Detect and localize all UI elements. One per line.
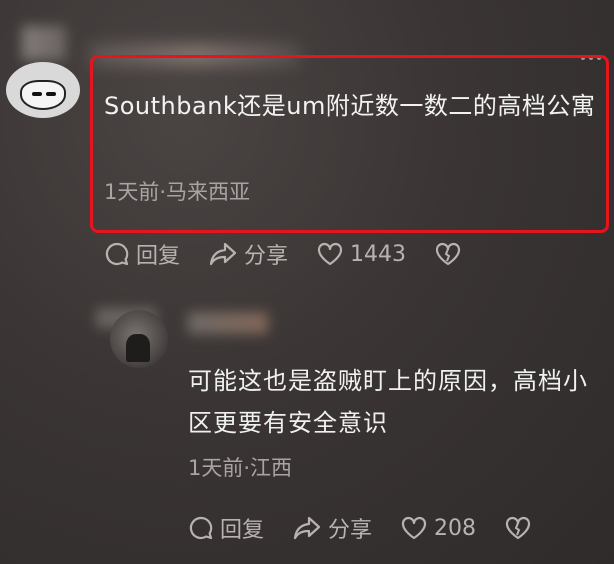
heart-icon bbox=[401, 516, 427, 540]
avatar-face bbox=[20, 80, 66, 110]
reply-button[interactable]: 回复 bbox=[188, 512, 264, 544]
reply-text: 可能这也是盗贼盯上的原因，高档小区更要有安全意识 bbox=[188, 367, 588, 437]
avatar-figure bbox=[126, 334, 150, 362]
comment-text: Southbank还是um附近数一数二的高档公寓 bbox=[104, 92, 596, 120]
comment-icon bbox=[105, 242, 129, 266]
share-icon bbox=[209, 242, 237, 266]
avatar[interactable] bbox=[6, 62, 80, 118]
reply-meta: 1天前·江西 bbox=[188, 456, 293, 480]
share-label: 分享 bbox=[328, 518, 373, 543]
dislike-button[interactable] bbox=[434, 241, 462, 267]
blurred-username bbox=[22, 26, 66, 60]
reply-label: 回复 bbox=[136, 244, 181, 269]
comment-icon bbox=[189, 516, 213, 540]
broken-heart-icon bbox=[435, 242, 461, 266]
comment-meta: 1天前·马来西亚 bbox=[104, 180, 251, 204]
like-button[interactable]: 1443 bbox=[316, 241, 406, 267]
reply-actions: 回复 分享 208 bbox=[188, 512, 560, 544]
avatar[interactable] bbox=[110, 310, 168, 368]
like-count: 1443 bbox=[350, 241, 407, 267]
like-button[interactable]: 208 bbox=[400, 515, 476, 541]
blurred-username-detail bbox=[188, 312, 268, 334]
reply-button[interactable]: 回复 bbox=[104, 238, 180, 270]
share-button[interactable]: 分享 bbox=[292, 512, 372, 544]
like-count: 208 bbox=[434, 515, 477, 541]
share-icon bbox=[293, 516, 321, 540]
dislike-button[interactable] bbox=[504, 515, 532, 541]
comment-actions: 回复 分享 1443 bbox=[104, 238, 490, 270]
broken-heart-icon bbox=[505, 516, 531, 540]
heart-icon bbox=[317, 242, 343, 266]
avatar-eye-left bbox=[32, 92, 42, 96]
share-label: 分享 bbox=[244, 244, 289, 269]
reply-label: 回复 bbox=[220, 518, 265, 543]
highlight-box bbox=[90, 55, 609, 233]
avatar-eye-right bbox=[46, 92, 56, 96]
share-button[interactable]: 分享 bbox=[208, 238, 288, 270]
